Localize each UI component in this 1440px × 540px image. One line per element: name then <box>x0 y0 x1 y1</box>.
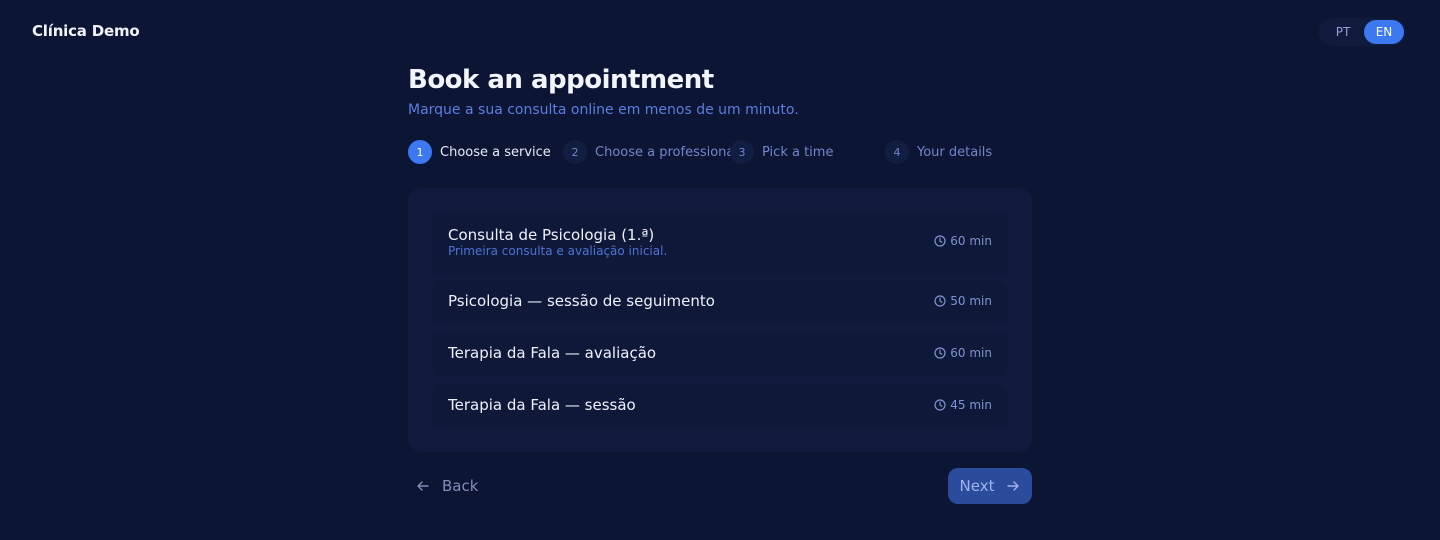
service-duration: 50 min <box>934 294 992 308</box>
step-number: 2 <box>563 140 587 164</box>
step-your-details[interactable]: 4 Your details <box>885 140 992 164</box>
step-label: Choose a professional <box>595 144 738 160</box>
service-list: Consulta de Psicologia (1.ª) Primeira co… <box>408 188 1032 452</box>
duration-label: 60 min <box>950 234 992 248</box>
booking-header: Book an appointment Marque a sua consult… <box>408 64 1032 120</box>
stepper: 1 Choose a service 2 Choose a profession… <box>408 140 1032 164</box>
step-label: Your details <box>917 144 993 160</box>
service-duration: 60 min <box>934 346 992 360</box>
step-number: 4 <box>885 140 909 164</box>
arrow-right-icon <box>1007 481 1020 491</box>
service-name: Consulta de Psicologia (1.ª) <box>448 226 655 244</box>
duration-label: 50 min <box>950 294 992 308</box>
clock-icon <box>934 295 946 307</box>
clock-icon <box>934 347 946 359</box>
language-pt-button[interactable]: PT <box>1322 20 1364 44</box>
service-item[interactable]: Consulta de Psicologia (1.ª) Primeira co… <box>432 212 1008 276</box>
step-choose-professional[interactable]: 2 Choose a professional <box>563 140 738 164</box>
service-name: Terapia da Fala — avaliação <box>448 344 657 362</box>
service-description: Primeira consulta e avaliação inicial. <box>448 244 668 258</box>
step-choose-service[interactable]: 1 Choose a service <box>408 140 551 164</box>
duration-label: 60 min <box>950 346 992 360</box>
clock-icon <box>934 235 946 247</box>
step-pick-time[interactable]: 3 Pick a time <box>730 140 833 164</box>
next-label: Next <box>959 477 995 495</box>
service-item[interactable]: Terapia da Fala — avaliação 60 min <box>432 332 1008 376</box>
service-duration: 45 min <box>934 398 992 412</box>
language-switcher: PT EN <box>1318 18 1406 46</box>
step-number: 1 <box>408 140 432 164</box>
service-duration: 60 min <box>934 234 992 248</box>
service-item[interactable]: Psicologia — sessão de seguimento 50 min <box>432 280 1008 324</box>
service-name: Terapia da Fala — sessão <box>448 396 636 414</box>
step-label: Choose a service <box>440 144 551 160</box>
duration-label: 45 min <box>950 398 992 412</box>
language-en-button[interactable]: EN <box>1364 20 1404 44</box>
service-item[interactable]: Terapia da Fala — sessão 45 min <box>432 384 1008 428</box>
brand-logo-text: Clínica Demo <box>32 22 140 40</box>
service-name: Psicologia — sessão de seguimento <box>448 292 715 310</box>
step-number: 3 <box>730 140 754 164</box>
page-subtitle: Marque a sua consulta online em menos de… <box>408 102 799 118</box>
back-button[interactable]: Back <box>416 470 478 502</box>
clock-icon <box>934 399 946 411</box>
page-title: Book an appointment <box>408 65 714 95</box>
next-button[interactable]: Next <box>948 468 1032 504</box>
arrow-left-icon <box>417 481 429 491</box>
back-label: Back <box>442 477 479 495</box>
step-label: Pick a time <box>762 144 834 160</box>
